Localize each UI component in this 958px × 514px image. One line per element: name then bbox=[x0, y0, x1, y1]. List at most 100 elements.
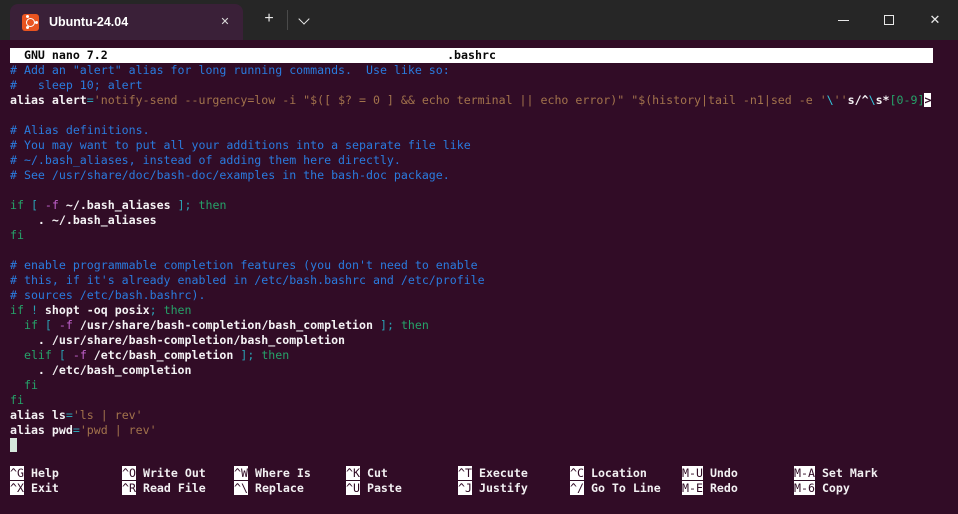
code-line[interactable] bbox=[10, 243, 956, 258]
code-segment: = bbox=[73, 423, 80, 437]
code-line[interactable]: if [ -f ~/.bash_aliases ]; then bbox=[10, 198, 956, 213]
code-segment: ! bbox=[31, 303, 38, 317]
shortcut-key: ^O bbox=[122, 466, 136, 480]
code-line[interactable]: # sleep 10; alert bbox=[10, 78, 956, 93]
shortcut-key: ^U bbox=[346, 481, 360, 495]
code-segment: [ bbox=[45, 318, 52, 332]
code-segment: # sleep 10; alert bbox=[10, 78, 143, 92]
code-segment bbox=[394, 318, 401, 332]
code-line[interactable]: # You may want to put all your additions… bbox=[10, 138, 956, 153]
code-segment: [ bbox=[59, 348, 66, 362]
code-segment: # sources /etc/bash.bashrc). bbox=[10, 288, 205, 302]
code-segment: [0-9] bbox=[890, 93, 925, 107]
code-line[interactable]: # See /usr/share/doc/bash-doc/examples i… bbox=[10, 168, 956, 183]
shortcut-column: ^CLocation^/Go To Line bbox=[570, 466, 682, 496]
code-line[interactable]: . ~/.bash_aliases bbox=[10, 213, 956, 228]
code-line[interactable] bbox=[10, 108, 956, 123]
window-controls: ✕ bbox=[820, 0, 958, 40]
shortcut-label: Write Out bbox=[143, 466, 206, 480]
shortcut-key: ^T bbox=[458, 466, 472, 480]
code-segment bbox=[24, 303, 31, 317]
shortcut-execute: ^T Execute bbox=[458, 466, 570, 481]
chevron-down-icon bbox=[298, 13, 309, 24]
shortcut-replace: ^\Replace bbox=[234, 481, 346, 496]
code-line[interactable]: elif [ -f /etc/bash_completion ]; then bbox=[10, 348, 956, 363]
shortcut-key: ^K bbox=[346, 466, 360, 480]
code-line[interactable]: alias pwd='pwd | rev' bbox=[10, 423, 956, 438]
code-line[interactable]: fi bbox=[10, 393, 956, 408]
code-line[interactable]: alias alert='notify-send --urgency=low -… bbox=[10, 93, 956, 108]
code-line[interactable]: # Add an "alert" alias for long running … bbox=[10, 63, 956, 78]
shortcut-label: Copy bbox=[822, 481, 850, 495]
maximize-button[interactable] bbox=[866, 0, 912, 40]
minimize-button[interactable] bbox=[820, 0, 866, 40]
code-segment: # Add an "alert" alias for long running … bbox=[10, 63, 450, 77]
code-segment: = bbox=[87, 93, 94, 107]
shortcut-label: Execute bbox=[479, 466, 528, 480]
code-line[interactable] bbox=[10, 438, 956, 453]
code-segment: s* bbox=[876, 93, 890, 107]
code-segment: then bbox=[261, 348, 289, 362]
shortcut-copy: M-6 Copy bbox=[794, 481, 906, 496]
shortcut-where-is: ^WWhere Is bbox=[234, 466, 346, 481]
line-continuation-marker: > bbox=[924, 93, 931, 107]
editor[interactable]: # Add an "alert" alias for long running … bbox=[10, 63, 956, 453]
shortcut-location: ^CLocation bbox=[570, 466, 682, 481]
nano-filename: .bashrc bbox=[10, 48, 933, 63]
code-segment bbox=[10, 378, 24, 392]
shortcut-label: Set Mark bbox=[822, 466, 878, 480]
shortcut-key: ^G bbox=[10, 466, 24, 480]
terminal[interactable]: GNU nano 7.2 .bashrc # Add an "alert" al… bbox=[0, 40, 958, 514]
code-segment: s/^ bbox=[848, 93, 869, 107]
code-segment: then bbox=[199, 198, 227, 212]
code-segment: alias pwd bbox=[10, 423, 73, 437]
code-line[interactable]: alias ls='ls | rev' bbox=[10, 408, 956, 423]
shortcut-key: M-6 bbox=[794, 481, 815, 495]
code-line[interactable]: # ~/.bash_aliases, instead of adding the… bbox=[10, 153, 956, 168]
shortcut-label: Replace bbox=[255, 481, 304, 495]
tab-close-icon[interactable]: ✕ bbox=[215, 12, 235, 32]
shortcut-column: ^TExecute^JJustify bbox=[458, 466, 570, 496]
shortcut-label: Cut bbox=[367, 466, 388, 480]
code-segment: then bbox=[164, 303, 192, 317]
code-segment: . /etc/bash_completion bbox=[10, 363, 191, 377]
titlebar: Ubuntu-24.04 ✕ + ✕ bbox=[0, 0, 958, 40]
ubuntu-logo-dot bbox=[26, 26, 29, 29]
plus-icon: + bbox=[264, 10, 273, 27]
code-segment: '' bbox=[834, 93, 848, 107]
code-line[interactable]: . /etc/bash_completion bbox=[10, 363, 956, 378]
shortcut-column: ^OWrite Out^RRead File bbox=[122, 466, 234, 496]
code-line[interactable]: fi bbox=[10, 228, 956, 243]
code-line[interactable]: fi bbox=[10, 378, 956, 393]
ubuntu-logo-icon bbox=[22, 14, 39, 31]
code-line[interactable]: if [ -f /usr/share/bash-completion/bash_… bbox=[10, 318, 956, 333]
code-line[interactable]: . /usr/share/bash-completion/bash_comple… bbox=[10, 333, 956, 348]
code-segment: # See /usr/share/doc/bash-doc/examples i… bbox=[10, 168, 450, 182]
shortcut-key: ^C bbox=[570, 466, 584, 480]
code-line[interactable]: # Alias definitions. bbox=[10, 123, 956, 138]
code-line[interactable]: if ! shopt -oq posix; then bbox=[10, 303, 956, 318]
shortcut-bar: ^GHelp^XExit^OWrite Out^RRead File^WWher… bbox=[10, 466, 906, 496]
code-segment: /etc/bash_completion bbox=[87, 348, 241, 362]
tab-ubuntu[interactable]: Ubuntu-24.04 ✕ bbox=[10, 4, 243, 40]
tab-dropdown-button[interactable] bbox=[292, 8, 316, 32]
new-tab-button[interactable]: + bbox=[256, 8, 282, 32]
shortcut-label: Where Is bbox=[255, 466, 311, 480]
shortcut-key: ^/ bbox=[570, 481, 584, 495]
code-segment bbox=[157, 303, 164, 317]
code-segment: ; bbox=[150, 303, 157, 317]
code-line[interactable]: # this, if it's already enabled in /etc/… bbox=[10, 273, 956, 288]
code-segment: \ bbox=[869, 93, 876, 107]
shortcut-label: Help bbox=[31, 466, 59, 480]
code-segment bbox=[52, 318, 59, 332]
code-line[interactable]: # sources /etc/bash.bashrc). bbox=[10, 288, 956, 303]
code-line[interactable] bbox=[10, 183, 956, 198]
ubuntu-logo-dot bbox=[35, 21, 38, 24]
shortcut-paste: ^UPaste bbox=[346, 481, 458, 496]
maximize-icon bbox=[884, 15, 894, 25]
shortcut-key: M-E bbox=[682, 481, 703, 495]
shortcut-exit: ^XExit bbox=[10, 481, 122, 496]
shortcut-cut: ^K Cut bbox=[346, 466, 458, 481]
close-button[interactable]: ✕ bbox=[912, 0, 958, 40]
code-line[interactable]: # enable programmable completion feature… bbox=[10, 258, 956, 273]
